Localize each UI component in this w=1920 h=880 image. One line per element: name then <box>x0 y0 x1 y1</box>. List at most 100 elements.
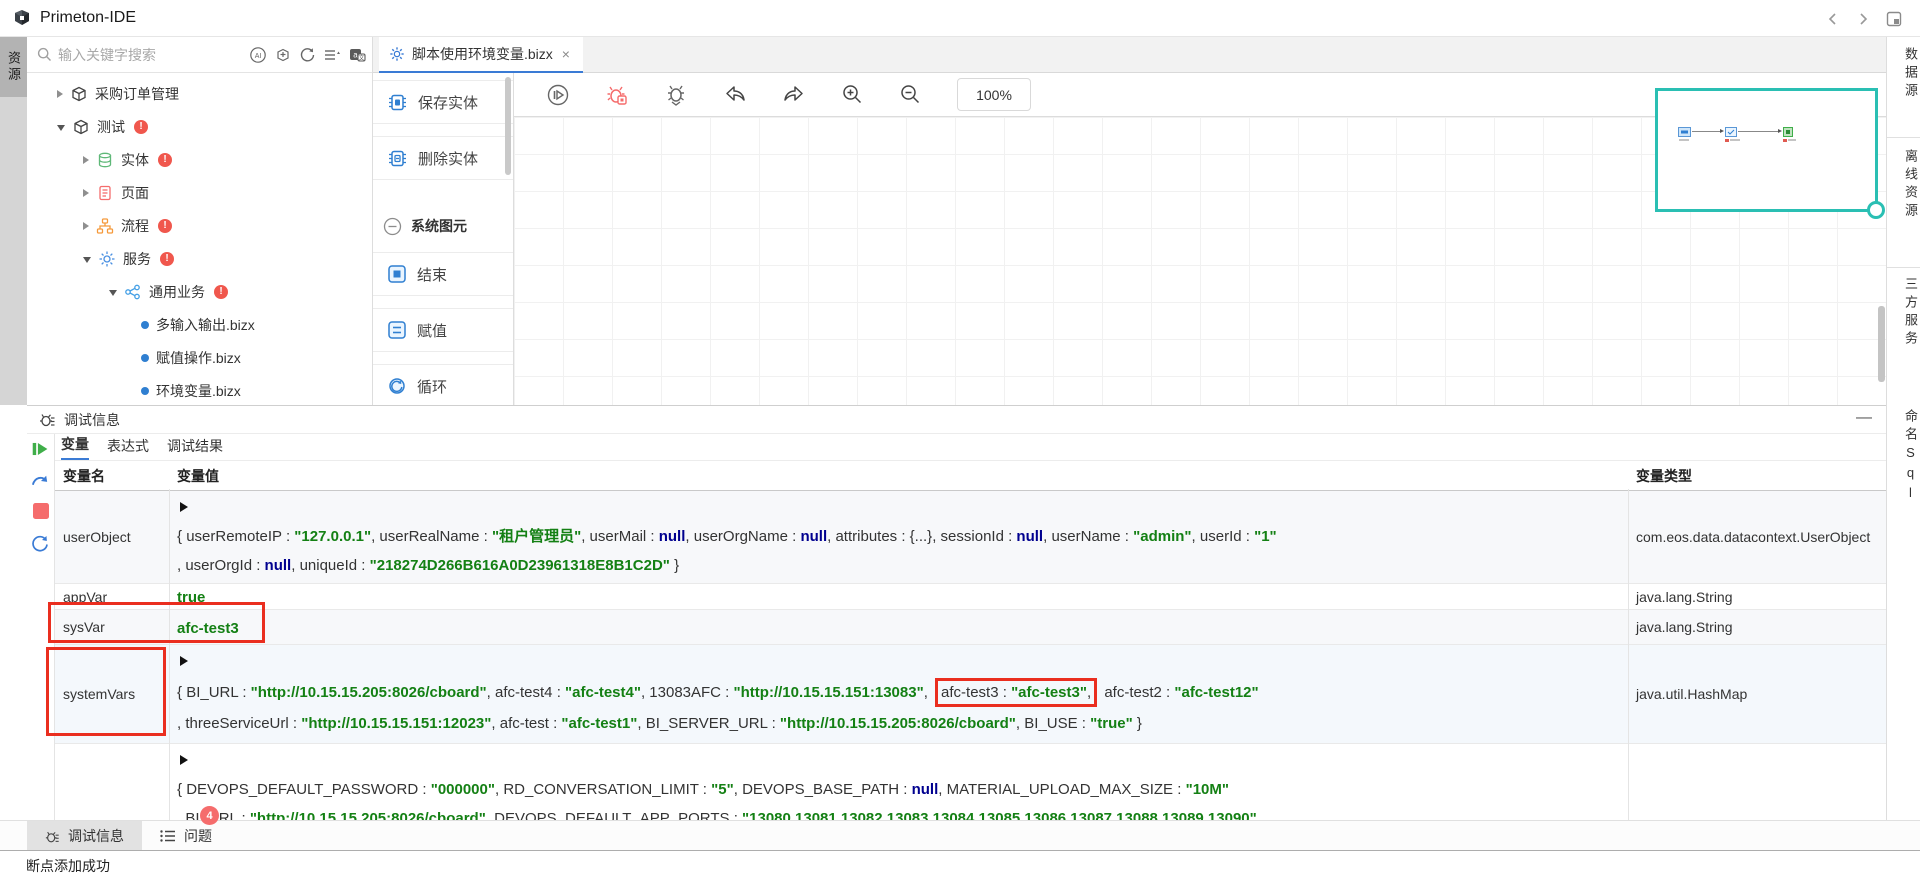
column-header-name: 变量名 <box>55 461 169 490</box>
activity-tab-resources[interactable]: 资源 <box>0 37 27 97</box>
bottom-tab-debug-info[interactable]: 调试信息 <box>27 821 142 851</box>
expand-icon[interactable] <box>180 502 188 512</box>
collapse-circle-minus-icon[interactable] <box>383 217 402 236</box>
minimize-panel-icon[interactable]: — <box>1856 412 1872 428</box>
debug-body: 变量 表达式 调试结果 变量名 变量值 变量类型 userObject { us… <box>55 434 1886 821</box>
tab-script-env-vars[interactable]: 脚本使用环境变量.bizx × <box>379 37 583 73</box>
collapse-arrow-icon[interactable] <box>83 189 89 197</box>
debug-panel-header: 调试信息 — <box>27 406 1886 434</box>
restart-icon[interactable] <box>31 534 50 553</box>
palette-item-loop[interactable]: 循环 <box>373 364 513 405</box>
tree-item-label: 环境变量.bizx <box>156 381 241 401</box>
variable-type: com.eos.data.datacontext.UserObject <box>1628 491 1886 583</box>
tab-debug-results[interactable]: 调试结果 <box>167 436 223 460</box>
minimap[interactable] <box>1655 88 1878 212</box>
tree-item-label: 流程 <box>121 216 149 236</box>
expand-arrow-icon[interactable] <box>109 290 117 296</box>
variable-value: true <box>169 584 1628 609</box>
step-debug-bug-icon[interactable] <box>664 83 688 107</box>
redo-icon[interactable] <box>782 83 806 107</box>
resume-icon[interactable] <box>31 440 50 458</box>
search-input[interactable] <box>58 47 249 63</box>
expand-arrow-icon[interactable] <box>57 125 65 131</box>
app-title: Primeton-IDE <box>40 9 136 27</box>
tree-item-label: 服务 <box>123 249 151 269</box>
variable-row-systemVars[interactable]: systemVars { BI_URL : "http://10.15.15.2… <box>55 645 1886 744</box>
bottom-tab-bar: 调试信息 问题 <box>0 820 1920 850</box>
refresh-icon[interactable] <box>299 46 316 63</box>
variable-row-sysVar[interactable]: sysVar afc-test3 java.lang.String <box>55 610 1886 645</box>
sort-list-icon[interactable] <box>323 46 341 64</box>
tree-item-test[interactable]: 测试 ! <box>27 110 372 143</box>
ai-assistant-icon[interactable]: AI <box>249 46 267 64</box>
canvas-vertical-scrollbar[interactable] <box>1878 306 1885 382</box>
tree-item-purchase-order[interactable]: 采购订单管理 <box>27 77 372 110</box>
tree-item-bizx-file[interactable]: 赋值操作.bizx <box>27 341 372 374</box>
variable-row-appVar[interactable]: appVar true java.lang.String <box>55 584 1886 610</box>
tree-item-process[interactable]: 流程 ! <box>27 209 372 242</box>
loop-node-icon <box>387 376 407 396</box>
variable-name: appVar <box>55 584 169 609</box>
stop-debug-bug-icon[interactable] <box>605 83 629 107</box>
tree-item-service[interactable]: 服务 ! <box>27 242 372 275</box>
zoom-in-icon[interactable] <box>841 83 864 106</box>
variable-name: userObject <box>55 491 169 583</box>
editor-tab-bar: 脚本使用环境变量.bizx × <box>373 37 1886 73</box>
nav-forward-icon[interactable] <box>1856 12 1870 26</box>
resource-tree: 采购订单管理 测试 ! 实体 ! 页面 流程 <box>27 73 372 407</box>
debug-controls <box>27 434 55 821</box>
bottom-tab-label: 调试信息 <box>68 826 124 846</box>
zoom-out-icon[interactable] <box>899 83 922 106</box>
expand-icon[interactable] <box>180 755 188 765</box>
tree-item-entity[interactable]: 实体 ! <box>27 143 372 176</box>
tree-item-page[interactable]: 页面 <box>27 176 372 209</box>
tab-variables[interactable]: 变量 <box>61 434 89 460</box>
layout-save-icon[interactable] <box>1886 11 1902 27</box>
palette-scrollbar[interactable] <box>505 77 511 175</box>
tree-item-common-business[interactable]: 通用业务 ! <box>27 275 372 308</box>
variable-row-userObject[interactable]: userObject { userRemoteIP : "127.0.0.1",… <box>55 491 1886 584</box>
new-component-icon[interactable] <box>274 46 292 64</box>
sidebar-item-named-sql[interactable]: 命名Sql <box>1887 409 1920 505</box>
tree-item-bizx-file[interactable]: 多输入输出.bizx <box>27 308 372 341</box>
variables-table-header: 变量名 变量值 变量类型 <box>55 461 1886 491</box>
svg-text:文: 文 <box>358 53 364 61</box>
palette-item-assign[interactable]: 赋值 <box>373 308 513 352</box>
palette-section-system[interactable]: 系统图元 <box>373 206 513 246</box>
variable-type: java.lang.String <box>1628 610 1886 644</box>
tab-label: 脚本使用环境变量.bizx <box>412 44 553 64</box>
locale-switch-icon[interactable]: a文 <box>348 46 366 64</box>
debug-tool-icon <box>39 411 56 428</box>
search-icon <box>37 47 52 62</box>
stop-debug-icon[interactable] <box>32 502 50 520</box>
app-logo-icon <box>12 8 32 28</box>
column-header-value: 变量值 <box>169 461 1628 490</box>
zoom-level-display[interactable]: 100% <box>957 78 1031 111</box>
sidebar-item-third-party-services[interactable]: 三方服务 <box>1887 277 1920 349</box>
tree-item-label: 测试 <box>97 117 125 137</box>
collapse-arrow-icon[interactable] <box>83 156 89 164</box>
close-tab-icon[interactable]: × <box>562 46 570 62</box>
sidebar-item-offline-resources[interactable]: 离线资源 <box>1887 149 1920 221</box>
collapse-arrow-icon[interactable] <box>57 90 63 98</box>
step-over-icon[interactable] <box>31 472 50 488</box>
nav-back-icon[interactable] <box>1826 12 1840 26</box>
minimap-resize-handle[interactable] <box>1867 201 1885 219</box>
debug-panel-title: 调试信息 <box>64 410 120 430</box>
undo-icon[interactable] <box>723 83 747 107</box>
collapse-arrow-icon[interactable] <box>83 222 89 230</box>
palette-item-delete-entity[interactable]: 删除实体 <box>373 136 513 180</box>
element-palette: 保存实体 删除实体 系统图元 结束 赋值 循环 <box>373 73 514 405</box>
palette-item-end[interactable]: 结束 <box>373 252 513 296</box>
palette-item-save-entity[interactable]: 保存实体 <box>373 80 513 124</box>
expand-arrow-icon[interactable] <box>83 257 91 263</box>
sidebar-item-datasource[interactable]: 数据源 <box>1887 47 1920 101</box>
bottom-tab-label: 问题 <box>184 826 212 846</box>
expand-icon[interactable] <box>180 656 188 666</box>
tree-item-bizx-file[interactable]: 环境变量.bizx <box>27 374 372 407</box>
tree-item-label: 赋值操作.bizx <box>156 348 241 368</box>
bottom-tab-problems[interactable]: 问题 <box>142 821 230 851</box>
entity-database-icon <box>96 151 114 169</box>
debug-run-icon[interactable] <box>546 83 570 107</box>
tab-expressions[interactable]: 表达式 <box>107 436 149 460</box>
